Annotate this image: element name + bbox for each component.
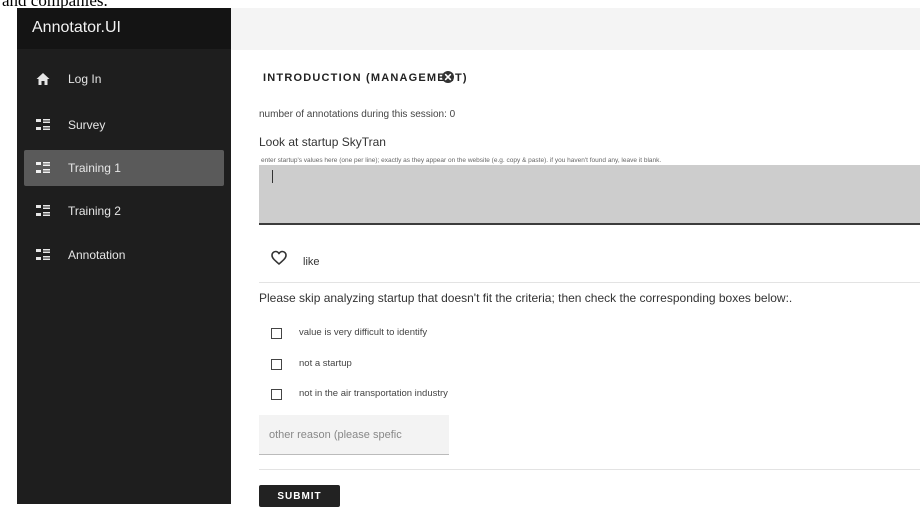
divider <box>259 469 920 470</box>
heart-icon <box>271 250 287 265</box>
checkbox[interactable] <box>271 359 282 370</box>
other-reason-input[interactable] <box>259 415 449 455</box>
sidebar-item-training-2[interactable]: Training 2 <box>24 193 224 229</box>
section-title: INTRODUCTION (MANAGEMENT) <box>263 72 468 84</box>
sidebar-item-label: Log In <box>68 72 102 86</box>
sidebar-item-label: Training 2 <box>68 204 121 218</box>
startup-prompt: Look at startup SkyTran <box>259 135 386 149</box>
checkbox[interactable] <box>271 389 282 400</box>
sidebar: Annotator.UI Log In Survey Training 1 Tr… <box>17 8 231 504</box>
checkbox-label: not in the air transportation industry <box>299 388 448 399</box>
sidebar-item-label: Annotation <box>68 248 126 262</box>
sidebar-item-label: Survey <box>68 118 106 132</box>
home-icon <box>36 73 50 85</box>
list-icon <box>36 119 50 130</box>
annotation-count: number of annotations during this sessio… <box>259 109 456 120</box>
sidebar-item-training-1[interactable]: Training 1 <box>24 150 224 186</box>
like-label: like <box>303 256 320 268</box>
sidebar-item-survey[interactable]: Survey <box>24 107 224 143</box>
skip-instructions: Please skip analyzing startup that doesn… <box>259 291 793 305</box>
header-bar <box>231 8 920 50</box>
brand-bar: Annotator.UI <box>17 8 231 49</box>
divider <box>259 282 920 283</box>
app-brand[interactable]: Annotator.UI <box>32 19 121 37</box>
checkbox[interactable] <box>271 328 282 339</box>
list-icon <box>36 205 50 216</box>
main-content: INTRODUCTION (MANAGEMENT) number of anno… <box>231 50 920 507</box>
close-icon[interactable] <box>442 71 454 83</box>
sidebar-item-log-in[interactable]: Log In <box>24 61 224 97</box>
checkbox-label: value is very difficult to identify <box>299 327 428 338</box>
values-field-label: enter startup's values here (one per lin… <box>261 157 662 164</box>
text-cursor <box>272 170 273 183</box>
sidebar-item-annotation[interactable]: Annotation <box>24 237 224 273</box>
checkbox-label: not a startup <box>299 358 352 369</box>
list-icon <box>36 162 50 173</box>
sidebar-item-label: Training 1 <box>68 161 121 175</box>
startup-values-textarea[interactable] <box>259 165 920 225</box>
list-icon <box>36 249 50 260</box>
